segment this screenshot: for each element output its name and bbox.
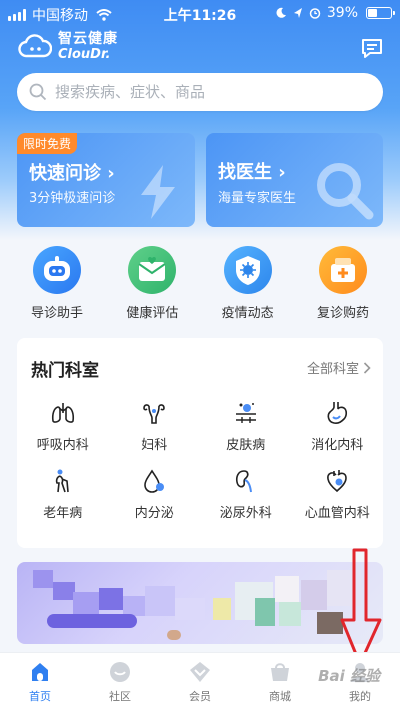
message-icon[interactable] [360,36,384,60]
drop-icon [144,469,165,493]
quick-consult-title: 快速问诊 › [29,163,115,184]
find-doctor-card[interactable]: 找医生 › 海量专家医生 [206,133,383,227]
banner-mosaic [175,598,205,620]
banner-mosaic [145,586,175,616]
quick-item-epidemic[interactable]: 疫情动态 [208,246,288,326]
lungs-icon [51,403,74,423]
banner-mosaic [123,596,145,616]
quick-label: 导诊助手 [30,306,83,321]
banner-mosaic [213,598,231,620]
banner-mosaic [167,630,181,640]
free-badge: 限时免费 [17,133,78,154]
heart-icon [327,470,348,493]
quick-item-assessment[interactable]: 健康评估 [112,246,192,326]
quick-consult-subtitle: 3分钟极速问诊 [29,191,116,206]
chevron-right-icon [363,361,371,374]
search-input[interactable] [55,83,355,101]
banner-mosaic [33,570,53,588]
nav-home[interactable]: 首页 [0,653,80,710]
stomach-icon [327,402,348,424]
dept-item-gastro[interactable]: 消化内科 [292,400,384,468]
promo-banner[interactable] [17,562,383,644]
nav-label: 会员 [189,690,211,703]
banner-mosaic [73,592,99,614]
elderly-icon [55,469,69,493]
battery-percent: 39% [326,5,358,21]
member-icon [190,662,210,682]
search-bar[interactable] [17,73,383,111]
departments-title: 热门科室 [31,361,99,381]
annotation-arrow [340,548,382,666]
banner-mosaic [53,582,75,600]
nav-member[interactable]: 会员 [160,653,240,710]
kidney-icon [235,470,252,493]
lightning-icon [141,165,175,219]
nav-label: 社区 [109,690,131,703]
banner-mosaic [99,588,123,610]
battery-fill [368,9,378,17]
dept-label: 消化内科 [311,438,364,453]
banner-mosaic [47,614,137,628]
all-departments-label: 全部科室 [306,362,359,377]
dept-label: 妇科 [141,438,168,453]
dept-label: 皮肤病 [226,438,266,453]
quick-item-guide[interactable]: 导诊助手 [17,246,97,326]
alarm-icon [309,8,321,19]
nav-label: 首页 [29,690,51,703]
nav-shop[interactable]: 商城 [240,653,320,710]
uterus-icon [143,404,166,424]
battery-icon [366,7,395,19]
find-doctor-subtitle: 海量专家医生 [218,191,297,206]
quick-consult-card[interactable]: 限时免费 快速问诊 › 3分钟极速问诊 [17,133,195,227]
dept-label: 老年病 [43,506,83,521]
app-header: 智云健康 ClouDr. [18,32,384,68]
robot-assistant-icon [33,246,81,294]
magnifier-icon [317,163,374,220]
dept-item-gynecology[interactable]: 妇科 [109,400,201,468]
logo-en-text: ClouDr. [58,47,111,62]
quick-menu: 导诊助手 健康评估 疫情动态 复诊购药 [17,246,383,326]
nav-label: 我的 [349,690,371,703]
departments-panel: 热门科室 全部科室 呼吸内科 妇科 皮肤病 消化内科 老年病 内分泌 泌尿外科 … [17,338,383,548]
health-assessment-icon [128,246,177,294]
quick-item-medicine[interactable]: 复诊购药 [303,246,383,326]
dept-item-geriatrics[interactable]: 老年病 [17,468,109,536]
dept-label: 呼吸内科 [36,438,89,453]
quick-label: 健康评估 [126,306,179,321]
nav-label: 商城 [269,690,291,703]
banner-mosaic [301,580,327,610]
nav-community[interactable]: 社区 [80,653,160,710]
logo: 智云健康 ClouDr. [18,32,118,61]
dept-item-dermatology[interactable]: 皮肤病 [200,400,292,468]
skin-icon [235,403,256,423]
all-departments-link[interactable]: 全部科室 [307,358,371,377]
watermark: Bai 经验 [318,667,380,685]
banner-mosaic [279,602,301,626]
location-icon [293,8,302,18]
dept-label: 内分泌 [134,506,174,521]
quick-label: 复诊购药 [316,306,369,321]
dept-label: 心血管内科 [304,506,370,521]
status-bar: 中国移动 上午11:26 39% [0,0,400,28]
dept-item-cardiology[interactable]: 心血管内科 [292,468,384,536]
banner-mosaic [255,598,275,626]
dept-item-urology[interactable]: 泌尿外科 [200,468,292,536]
dept-item-respiratory[interactable]: 呼吸内科 [17,400,109,468]
dept-label: 泌尿外科 [219,506,272,521]
community-icon [110,662,130,682]
medicine-box-icon [318,246,367,294]
logo-cn-text: 智云健康 [58,31,118,47]
shop-icon [271,663,289,681]
quick-label: 疫情动态 [221,306,274,321]
dept-item-endocrine[interactable]: 内分泌 [109,468,201,536]
search-icon [29,83,47,101]
find-doctor-title: 找医生 › [218,162,286,183]
home-icon [32,663,48,681]
moon-icon [276,7,286,18]
banner-mosaic [275,576,299,602]
cloud-logo-icon [18,33,52,57]
virus-shield-icon [223,246,272,294]
